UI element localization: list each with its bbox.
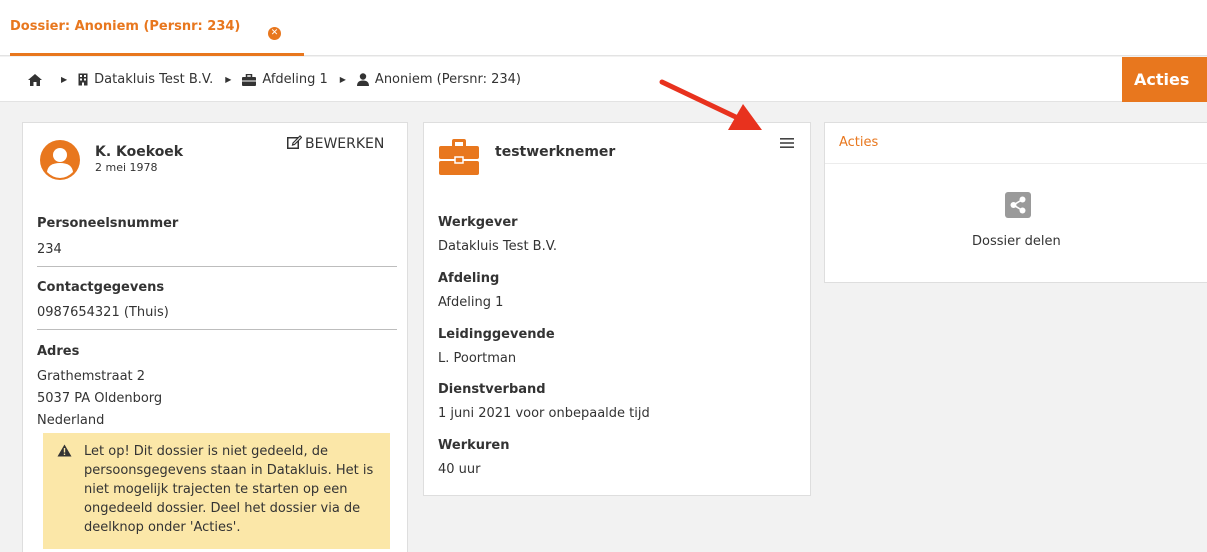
acties-button-label: Acties — [1134, 70, 1190, 89]
breadcrumb-item-company[interactable]: Datakluis Test B.V. — [94, 72, 213, 87]
manager-label: Leidinggevende — [438, 327, 555, 342]
address-line2: 5037 PA Oldenborg — [37, 391, 163, 406]
building-icon — [78, 73, 88, 86]
person-card: K. Koekoek 2 mei 1978 BEWERKEN Personeel… — [22, 122, 408, 552]
chevron-right-icon: ▶ — [339, 75, 346, 84]
edit-icon — [287, 135, 303, 153]
employment-value: 1 juni 2021 voor onbepaalde tijd — [438, 406, 650, 421]
edit-button[interactable]: BEWERKEN — [287, 135, 384, 153]
hours-value: 40 uur — [438, 462, 481, 477]
user-icon — [356, 73, 369, 86]
employment-label: Dienstverband — [438, 382, 546, 397]
close-icon[interactable]: ✕ — [268, 27, 281, 40]
breadcrumb-bar: ▶ Datakluis Test B.V. ▶ Afdeling 1 ▶ Ano… — [0, 57, 1207, 102]
job-title: testwerknemer — [495, 144, 616, 160]
employer-label: Werkgever — [438, 215, 518, 230]
share-icon[interactable] — [1005, 192, 1031, 222]
briefcase-icon — [439, 138, 479, 180]
warning-box: Let op! Dit dossier is niet gedeeld, de … — [43, 433, 390, 549]
person-dob: 2 mei 1978 — [95, 161, 158, 174]
personnel-number-value: 234 — [37, 242, 62, 257]
acties-button[interactable]: Acties — [1122, 57, 1207, 102]
avatar — [40, 140, 80, 184]
contact-value: 0987654321 (Thuis) — [37, 305, 169, 320]
employer-value: Datakluis Test B.V. — [438, 239, 558, 254]
person-name: K. Koekoek — [95, 144, 184, 160]
address-line1: Grathemstraat 2 — [37, 369, 146, 384]
breadcrumb-item-department[interactable]: Afdeling 1 — [262, 72, 327, 87]
tab-dossier-label: Dossier: Anoniem (Persnr: 234) — [10, 19, 241, 34]
contact-label: Contactgegevens — [37, 280, 165, 295]
warning-icon — [57, 444, 72, 463]
personnel-number-label: Personeelsnummer — [37, 216, 179, 231]
share-dossier-button[interactable]: Dossier delen — [972, 234, 1061, 249]
breadcrumb-item-person: Anoniem (Persnr: 234) — [374, 72, 521, 87]
chevron-right-icon: ▶ — [61, 75, 68, 84]
menu-icon[interactable] — [780, 137, 794, 153]
divider — [825, 163, 1207, 164]
divider — [37, 266, 397, 267]
annotation-arrow-icon — [650, 70, 770, 144]
breadcrumb: ▶ Datakluis Test B.V. ▶ Afdeling 1 ▶ Ano… — [27, 57, 521, 102]
job-card: testwerknemer Werkgever Datakluis Test B… — [423, 122, 811, 496]
department-value: Afdeling 1 — [438, 295, 504, 310]
home-icon[interactable] — [27, 73, 43, 87]
edit-button-label: BEWERKEN — [305, 136, 385, 152]
tab-bar: Dossier: Anoniem (Persnr: 234) ✕ — [0, 0, 1207, 56]
manager-value: L. Poortman — [438, 351, 517, 366]
tab-dossier[interactable]: Dossier: Anoniem (Persnr: 234) — [10, 0, 304, 56]
department-label: Afdeling — [438, 271, 500, 286]
actions-card: Acties Dossier delen — [824, 122, 1207, 283]
warning-text: Let op! Dit dossier is niet gedeeld, de … — [84, 444, 374, 535]
address-label: Adres — [37, 344, 80, 359]
hours-label: Werkuren — [438, 438, 510, 453]
actions-card-title: Acties — [839, 135, 879, 150]
briefcase-icon — [242, 73, 257, 86]
address-line3: Nederland — [37, 413, 105, 428]
chevron-right-icon: ▶ — [225, 75, 232, 84]
divider — [37, 329, 397, 330]
